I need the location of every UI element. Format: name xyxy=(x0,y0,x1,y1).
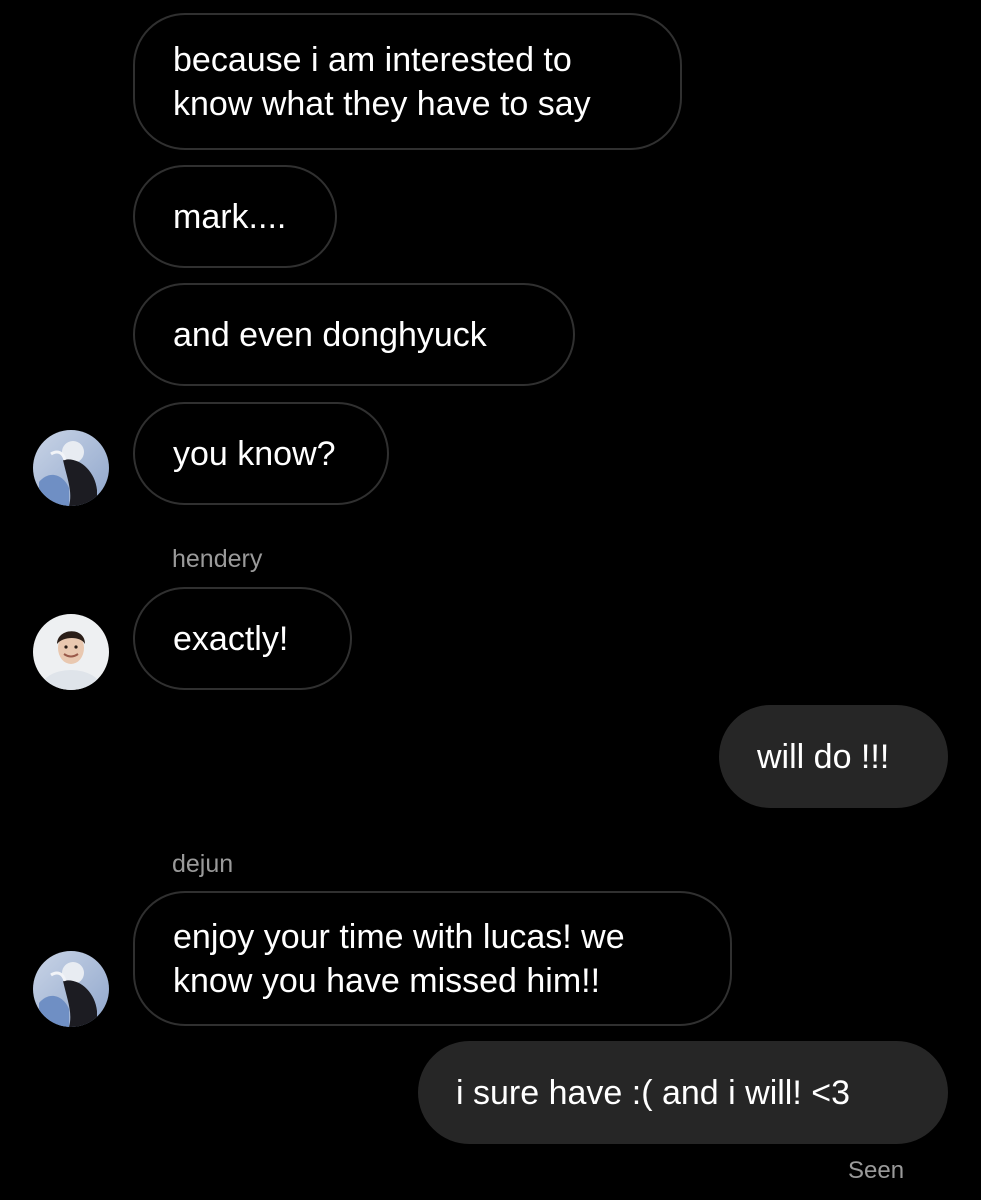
message-text: because i am interested to know what the… xyxy=(173,40,591,123)
message-bubble-outgoing[interactable]: i sure have :( and i will! <3 xyxy=(418,1041,948,1144)
message-bubble-incoming[interactable]: mark.... xyxy=(133,165,337,268)
avatar-image xyxy=(33,430,109,506)
message-bubble-incoming[interactable]: enjoy your time with lucas! we know you … xyxy=(133,891,732,1026)
message-bubble-incoming[interactable]: you know? xyxy=(133,402,389,505)
message-text: will do !!! xyxy=(757,737,890,776)
message-text: and even donghyuck xyxy=(173,315,487,354)
message-bubble-incoming[interactable]: exactly! xyxy=(133,587,352,690)
avatar-image xyxy=(33,614,109,690)
avatar-image xyxy=(33,951,109,1027)
message-bubble-outgoing[interactable]: will do !!! xyxy=(719,705,948,808)
seen-status: Seen xyxy=(848,1157,905,1184)
avatar[interactable] xyxy=(33,614,109,690)
message-text: you know? xyxy=(173,434,336,473)
message-text: enjoy your time with lucas! we know you … xyxy=(173,917,625,1000)
avatar[interactable] xyxy=(33,430,109,506)
message-text: i sure have :( and i will! <3 xyxy=(456,1073,851,1112)
avatar[interactable] xyxy=(33,951,109,1027)
sender-name: hendery xyxy=(172,545,263,573)
message-bubble-incoming[interactable]: because i am interested to know what the… xyxy=(133,13,682,150)
message-bubble-incoming[interactable]: and even donghyuck xyxy=(133,283,575,386)
message-text: exactly! xyxy=(173,619,289,658)
sender-name: dejun xyxy=(172,850,234,878)
message-text: mark.... xyxy=(173,197,287,236)
